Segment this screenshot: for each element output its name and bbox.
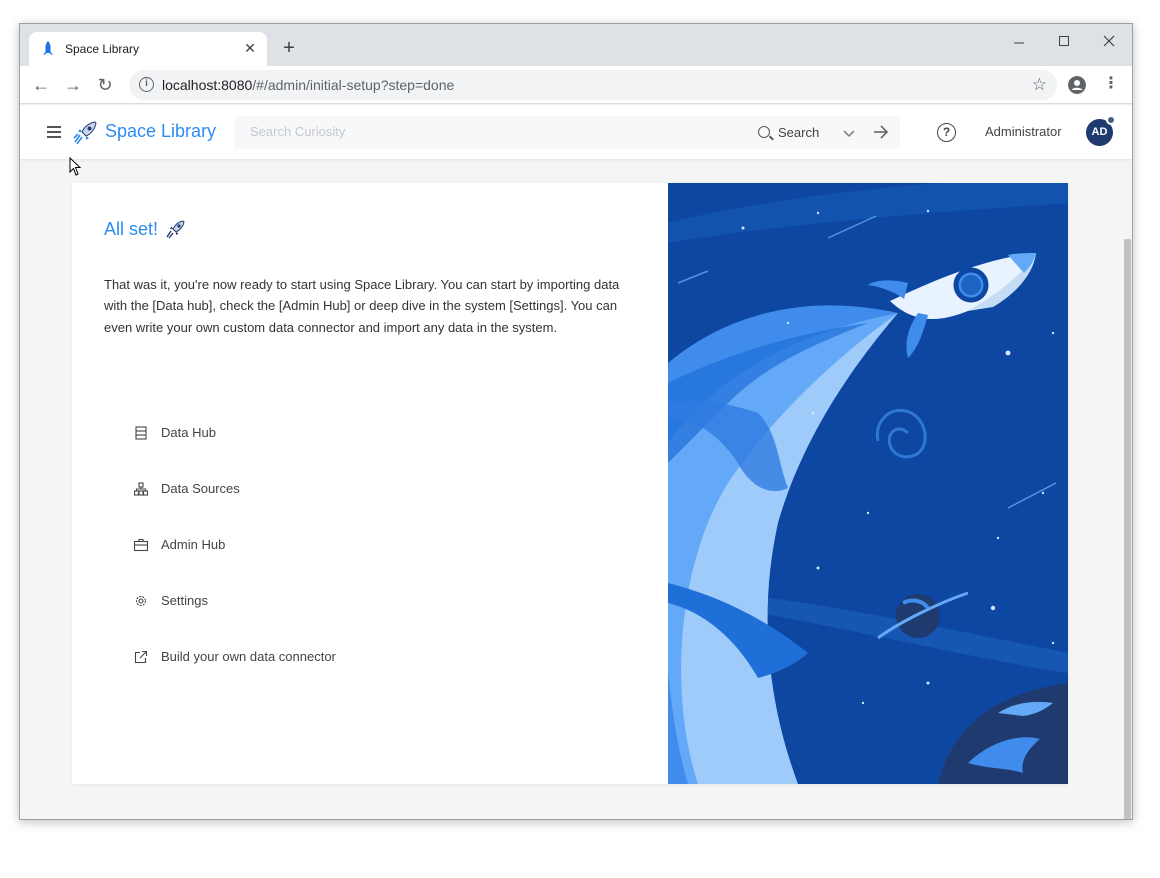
forward-button[interactable]: → (62, 74, 84, 96)
app-header: Space Library Search ? Administrator AD (20, 105, 1132, 159)
sitemap-icon (134, 482, 148, 496)
address-bar[interactable]: i localhost:8080/#/admin/initial-setup?s… (129, 70, 1057, 100)
tab-close-icon[interactable]: ✕ (241, 39, 259, 57)
maximize-button[interactable] (1050, 31, 1078, 53)
rocket-favicon-icon (43, 41, 53, 55)
tab-title: Space Library (65, 42, 140, 56)
database-icon (135, 426, 147, 440)
page-scrollbar[interactable] (1123, 239, 1132, 819)
close-icon (1103, 35, 1115, 47)
maximize-icon (1059, 36, 1069, 46)
user-name[interactable]: Administrator (985, 124, 1062, 139)
setup-description: That was it, you're now ready to start u… (104, 277, 620, 335)
scroll-thumb[interactable] (1124, 239, 1131, 819)
gear-icon (135, 595, 147, 607)
notification-dot (1106, 115, 1116, 125)
reload-button[interactable]: ↻ (94, 74, 116, 96)
search-bar: Search (234, 116, 900, 149)
space-rocket-illustration (668, 183, 1068, 784)
profile-icon[interactable] (1068, 76, 1086, 94)
minimize-icon (1014, 42, 1024, 44)
arrow-right-icon[interactable] (872, 121, 890, 143)
search-icon (758, 126, 770, 138)
browser-tab[interactable]: Space Library ✕ (29, 32, 267, 66)
page-title: All set! (104, 219, 159, 239)
help-icon[interactable]: ? (937, 123, 956, 142)
app-root: Space Library Search ? Administrator AD … (20, 105, 1132, 819)
hamburger-menu-icon[interactable] (47, 126, 61, 138)
browser-menu-icon[interactable]: ⋮ (1103, 74, 1119, 94)
browser-toolbar: ← → ↻ i localhost:8080/#/admin/initial-s… (20, 66, 1132, 104)
rocket-logo-icon[interactable] (73, 119, 99, 145)
app-brand[interactable]: Space Library (105, 121, 216, 142)
search-button[interactable]: Search (758, 122, 819, 144)
external-link-icon (134, 650, 148, 664)
rocket-icon (166, 220, 185, 239)
close-window-button[interactable] (1095, 31, 1123, 53)
browser-tabstrip: Space Library ✕ + (20, 24, 1132, 66)
browser-window: Space Library ✕ + ← → ↻ i localhost:8080… (19, 23, 1133, 820)
chevron-down-icon[interactable] (842, 122, 856, 144)
url-text[interactable]: localhost:8080/#/admin/initial-setup?ste… (162, 77, 454, 93)
bookmark-star-icon[interactable]: ☆ (1032, 75, 1047, 95)
info-icon[interactable]: i (139, 77, 154, 92)
briefcase-icon (134, 538, 148, 552)
mouse-cursor-icon (69, 157, 82, 176)
minimize-button[interactable] (1005, 31, 1033, 53)
search-input[interactable] (250, 124, 730, 139)
back-button[interactable]: ← (30, 74, 52, 96)
new-tab-button[interactable]: + (278, 37, 300, 59)
setup-done-card: All set! That was it, you're now ready t… (72, 183, 1068, 784)
